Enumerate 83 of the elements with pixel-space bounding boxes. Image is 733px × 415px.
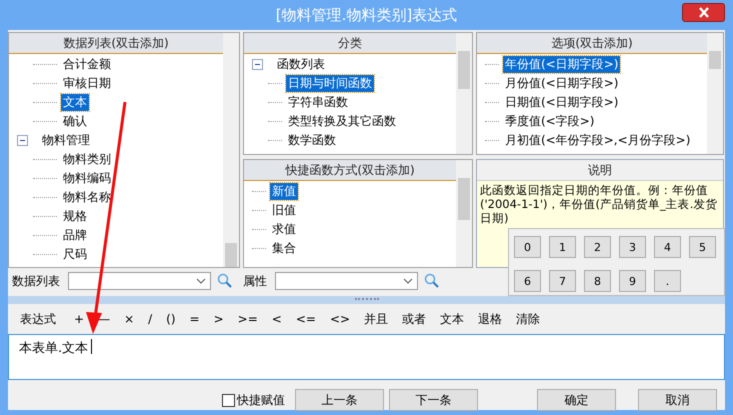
option-item[interactable]: 季度值(<字段>) [503,113,596,130]
panel-header: 分类 [244,33,456,54]
operator-button[interactable]: 文本 [440,310,464,328]
keypad-button[interactable]: 5 [689,236,716,258]
tree-item[interactable]: 审核日期 [61,75,113,92]
option-item[interactable]: 月份值(<日期字段>) [503,75,620,92]
operator-button[interactable]: <= [296,312,316,326]
keypad-button[interactable]: 6 [514,270,541,292]
operator-button[interactable]: 退格 [478,310,502,328]
tree-item[interactable]: 函数列表 [275,56,327,73]
scrollbar[interactable] [707,33,723,154]
scrollbar[interactable] [456,33,472,154]
operator-button[interactable]: = [190,312,200,326]
keypad-button[interactable]: 9 [619,270,646,292]
tree-item[interactable]: 日期与时间函数 [286,75,374,92]
tree-item[interactable]: 类型转换及其它函数 [286,113,398,130]
tree-item[interactable]: 物料类别 [61,151,113,168]
description-text: 此函数返回指定日期的年份值。例：年份值('2004-1-1')，年份值(产品销货单_主表.发货日期) [479,182,718,227]
splitter-grip[interactable] [354,298,378,302]
keypad-button[interactable]: . [654,270,681,292]
tree-item[interactable]: 文本 [61,94,89,111]
operator-button[interactable]: / [148,312,152,326]
quick-assign-checkbox[interactable]: 快捷赋值 [222,392,285,408]
operator-button[interactable]: 并且 [364,310,388,328]
keypad-button[interactable]: 4 [654,236,681,258]
panel-header: 数据列表(双击添加) [9,33,223,54]
operator-button[interactable]: < [272,312,282,326]
tree-item[interactable]: 物料管理 [40,132,92,149]
dialog-button[interactable]: 确定 [537,389,616,411]
tree-item[interactable]: 规格 [61,208,89,225]
keypad-button[interactable]: 7 [549,270,576,292]
operator-button[interactable]: >= [238,312,258,326]
filter-label: 属性 [243,272,267,290]
keypad-button[interactable]: 0 [514,236,541,258]
window-title: [物料管理.物料类别]表达式 [276,6,458,24]
dialog-button[interactable]: 取消 [638,389,717,411]
operator-button[interactable]: × [124,312,134,326]
collapse-icon[interactable] [252,59,263,70]
quick-function-item[interactable]: 新值 [270,183,298,200]
tree-item[interactable]: 品牌 [61,227,89,244]
panel-header: 说明 [477,160,723,181]
operator-button[interactable]: — [98,312,110,326]
option-item[interactable]: 日期值(<日期字段>) [503,94,620,111]
caret-icon [403,278,413,284]
quick-function-item[interactable]: 集合 [270,240,298,257]
operator-button[interactable]: <> [330,312,350,326]
dropdown-field[interactable] [275,272,418,290]
tree-item[interactable]: 合计金额 [61,56,113,73]
operator-button[interactable]: 清除 [516,310,540,328]
keypad-button[interactable]: 3 [619,236,646,258]
option-item[interactable]: 年份值(<日期字段>) [503,56,620,73]
tree-item[interactable]: 字符串函数 [286,94,350,111]
close-icon [698,7,710,18]
close-button[interactable] [682,3,725,22]
keypad-button[interactable]: 2 [584,236,611,258]
tree-item[interactable]: 确认 [61,113,89,130]
search-icon[interactable] [424,273,440,289]
operator-button[interactable]: + [74,312,84,326]
dialog-button[interactable]: 上一条 [295,389,384,411]
filter-label: 数据列表 [12,272,60,290]
quick-function-item[interactable]: 旧值 [270,202,298,219]
scrollbar[interactable] [456,160,472,267]
operator-button[interactable]: () [166,312,176,326]
operator-button[interactable]: 或者 [402,310,426,328]
caret-icon [196,278,206,284]
expression-field[interactable]: 本表单.文本 [8,334,725,380]
dialog-button[interactable]: 下一条 [389,389,478,411]
scrollbar[interactable] [223,33,239,267]
keypad-button[interactable]: 1 [549,236,576,258]
search-icon[interactable] [217,273,233,289]
expression-label: 表达式 [20,310,56,328]
panel-header: 选项(双击添加) [477,33,707,54]
dropdown-field[interactable] [68,272,211,290]
collapse-icon[interactable] [17,135,28,146]
tree-item[interactable]: 物料编码 [61,170,113,187]
operator-button[interactable]: > [214,312,224,326]
tree-item[interactable]: 物料名称 [61,189,113,206]
tree-item[interactable]: 数学函数 [286,132,338,149]
quick-function-item[interactable]: 求值 [270,221,298,238]
tree-item[interactable]: 尺码 [61,246,89,263]
keypad-button[interactable]: 8 [584,270,611,292]
option-item[interactable]: 月初值(<年份字段>,<月份字段>) [503,132,692,149]
panel-header: 快捷函数方式(双击添加) [244,160,456,181]
